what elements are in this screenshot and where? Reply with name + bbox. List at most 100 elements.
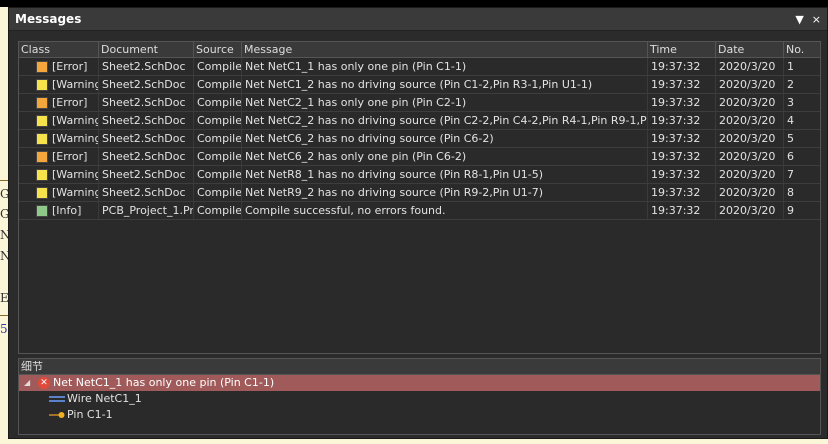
cell-time: 19:37:32 <box>648 166 716 183</box>
details-pin-item[interactable]: Pin C1-1 <box>19 407 820 423</box>
expand-arrow-icon[interactable]: ◢ <box>24 375 34 391</box>
severity-icon <box>36 96 48 109</box>
cell-date: 2020/3/20 <box>716 76 784 93</box>
severity-label: [Error] <box>52 150 88 163</box>
cell-number: 5 <box>787 132 794 145</box>
cell-date: 2020/3/20 <box>716 58 784 75</box>
table-row[interactable]: [Info] PCB_Project_1.PrjPcbCompilerCompil… <box>19 202 820 220</box>
column-header-time[interactable]: Time <box>648 42 716 57</box>
severity-icon <box>36 204 48 217</box>
details-wire-label: Wire NetC1_1 <box>67 392 142 405</box>
cell-document: Sheet2.SchDoc <box>99 58 194 75</box>
details-selected-message[interactable]: ◢ ✕ Net NetC1_1 has only one pin (Pin C1… <box>19 375 820 391</box>
severity-icon <box>36 132 48 145</box>
severity-icon <box>36 168 48 181</box>
cell-message: Net NetC2_1 has only one pin (Pin C2-1) <box>242 94 648 111</box>
cell-message: Net NetC6_2 has only one pin (Pin C6-2) <box>242 148 648 165</box>
panel-title: Messages <box>15 12 82 26</box>
schematic-text-fragment: 5 <box>0 322 8 336</box>
details-wire-item[interactable]: Wire NetC1_1 <box>19 391 820 407</box>
cell-date: 2020/3/20 <box>716 112 784 129</box>
table-header: Class Document Source Message Time Date … <box>19 42 820 58</box>
severity-icon <box>36 60 48 73</box>
column-header-class[interactable]: Class <box>19 42 99 57</box>
column-header-message[interactable]: Message <box>242 42 648 57</box>
cell-time: 19:37:32 <box>648 94 716 111</box>
cell-time: 19:37:32 <box>648 202 716 219</box>
panel-close-button[interactable]: × <box>812 13 821 26</box>
messages-table: Class Document Source Message Time Date … <box>18 41 821 354</box>
cell-source: Compiler <box>194 58 242 75</box>
table-row[interactable]: [Warning]Sheet2.SchDocCompilerNet NetR8_… <box>19 166 820 184</box>
cell-date: 2020/3/20 <box>716 184 784 201</box>
cell-date: 2020/3/20 <box>716 148 784 165</box>
cell-message: Net NetR8_1 has no driving source (Pin R… <box>242 166 648 183</box>
cell-document: Sheet2.SchDoc <box>99 166 194 183</box>
cell-class: [Warning] <box>19 76 99 93</box>
cell-source: Compiler <box>194 130 242 147</box>
panel-menu-button[interactable]: ▼ <box>795 13 803 26</box>
messages-panel: Messages ▼ × Class Document Source Messa… <box>8 7 828 439</box>
cell-number: 9 <box>787 204 794 217</box>
column-header-number[interactable]: No. <box>784 42 820 57</box>
cell-document: Sheet2.SchDoc <box>99 112 194 129</box>
error-icon: ✕ <box>38 377 50 389</box>
table-row[interactable]: [Warning]Sheet2.SchDocCompilerNet NetC2_… <box>19 112 820 130</box>
details-header: 细节 <box>19 359 820 375</box>
cell-message: Net NetC1_1 has only one pin (Pin C1-1) <box>242 58 648 75</box>
column-header-document[interactable]: Document <box>99 42 194 57</box>
details-pane: 细节 ◢ ✕ Net NetC1_1 has only one pin (Pin… <box>18 358 821 435</box>
table-row[interactable]: [Error] Sheet2.SchDoc Compiler Net NetC6_2 … <box>19 148 820 166</box>
column-header-source[interactable]: Source <box>194 42 242 57</box>
table-body: [Error] Sheet2.SchDoc Compiler Net NetC1_1 … <box>19 58 820 220</box>
cell-message: Net NetC2_2 has no driving source (Pin C… <box>242 112 648 129</box>
severity-icon <box>36 114 48 127</box>
cell-number: 4 <box>787 114 794 127</box>
severity-label: [Warning] <box>52 132 98 145</box>
severity-icon <box>36 186 48 199</box>
cell-number: 8 <box>787 186 794 199</box>
cell-document: PCB_Project_1.PrjPcb <box>99 202 194 219</box>
severity-label: [Info] <box>52 204 82 217</box>
cell-time: 19:37:32 <box>648 76 716 93</box>
cell-source: Compiler <box>194 166 242 183</box>
table-row[interactable]: [Warning]Sheet2.SchDocCompilerNet NetC1_… <box>19 76 820 94</box>
cell-number: 7 <box>787 168 794 181</box>
cell-message: Net NetR9_2 has no driving source (Pin R… <box>242 184 648 201</box>
panel-titlebar[interactable]: Messages ▼ × <box>9 8 827 31</box>
table-row[interactable]: [Error] Sheet2.SchDoc Compiler Net NetC2_1 … <box>19 94 820 112</box>
cell-class: [Info] <box>19 202 99 219</box>
cell-document: Sheet2.SchDoc <box>99 130 194 147</box>
severity-label: [Error] <box>52 60 88 73</box>
cell-class: [Warning] <box>19 112 99 129</box>
cell-time: 19:37:32 <box>648 130 716 147</box>
severity-label: [Warning] <box>52 168 98 181</box>
column-header-date[interactable]: Date <box>716 42 784 57</box>
severity-icon <box>36 150 48 163</box>
cell-date: 2020/3/20 <box>716 166 784 183</box>
cell-document: Sheet2.SchDoc <box>99 76 194 93</box>
cell-source: Compiler <box>194 112 242 129</box>
window-top-bar <box>0 0 828 7</box>
cell-class: [Error] <box>19 148 99 165</box>
cell-message: Net NetC6_2 has no driving source (Pin C… <box>242 130 648 147</box>
cell-class: [Warning] <box>19 166 99 183</box>
details-message-text: Net NetC1_1 has only one pin (Pin C1-1) <box>53 376 275 389</box>
cell-time: 19:37:32 <box>648 148 716 165</box>
cell-source: Compiler <box>194 184 242 201</box>
severity-label: [Error] <box>52 96 88 109</box>
details-pin-label: Pin C1-1 <box>67 408 113 421</box>
severity-icon <box>36 78 48 91</box>
cell-source: Compiler <box>194 148 242 165</box>
cell-date: 2020/3/20 <box>716 202 784 219</box>
cell-class: [Warning] <box>19 184 99 201</box>
cell-date: 2020/3/20 <box>716 94 784 111</box>
table-row[interactable]: [Warning]Sheet2.SchDocCompilerNet NetR9_… <box>19 184 820 202</box>
cell-time: 19:37:32 <box>648 58 716 75</box>
cell-document: Sheet2.SchDoc <box>99 148 194 165</box>
cell-class: [Error] <box>19 94 99 111</box>
table-row[interactable]: [Warning]Sheet2.SchDocCompilerNet NetC6_… <box>19 130 820 148</box>
cell-number: 6 <box>787 150 794 163</box>
cell-document: Sheet2.SchDoc <box>99 184 194 201</box>
table-row[interactable]: [Error] Sheet2.SchDoc Compiler Net NetC1_1 … <box>19 58 820 76</box>
